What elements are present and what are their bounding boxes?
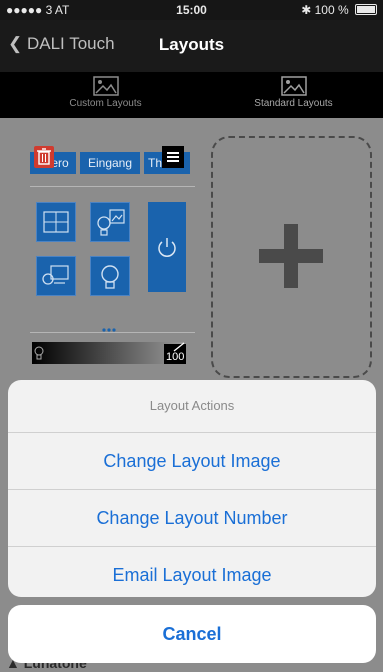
power-tile[interactable] [148,202,186,292]
change-layout-number-button[interactable]: Change Layout Number [8,490,376,547]
dimmer-slider[interactable]: 100 [32,342,186,364]
trash-icon [37,148,51,165]
cancel-button[interactable]: Cancel [8,605,376,663]
tab-label: Standard Layouts [254,98,333,109]
bulb-tile[interactable] [90,256,130,296]
power-icon [158,238,176,257]
group-tile[interactable] [36,202,76,242]
navigation-bar: Layouts ❮ DALI Touch [0,20,383,72]
tab-standard-layouts[interactable]: Standard Layouts [198,72,383,118]
battery-percent: 100 % [314,3,349,17]
menu-button[interactable] [162,146,184,168]
bulb-off-icon [34,346,44,360]
scene-button[interactable]: Eingang [80,152,140,174]
slider-handle[interactable]: 100 [164,342,186,364]
lights-group-icon [43,211,69,233]
scene-label: Th [148,156,163,170]
email-layout-image-button[interactable]: Email Layout Image [8,547,376,597]
scene-label: Eingang [87,156,133,170]
menu-icon [167,152,179,162]
tab-label: Custom Layouts [69,98,142,109]
slider-value: 100 [166,351,185,363]
action-sheet-title: Layout Actions [8,380,376,433]
battery-icon [355,4,377,15]
change-layout-image-button[interactable]: Change Layout Image [8,433,376,490]
back-button[interactable]: ❮ DALI Touch [8,34,115,54]
image-icon [280,76,307,96]
divider [30,186,195,187]
status-bar: ●●●●● 3 AT 15:00 ✱ 100 % [0,0,383,20]
bluetooth-icon: ✱ [301,3,312,17]
layout-tabs: Custom Layouts Standard Layouts [0,72,383,118]
bulb-icon [101,265,119,289]
display-tile[interactable] [36,256,76,296]
page-indicator [100,320,120,332]
back-label: DALI Touch [26,34,115,53]
delete-button[interactable] [34,146,54,168]
add-layout-button[interactable] [211,136,372,378]
layout-preview: ero Eingang Th 100 [30,140,200,375]
bulb-screen-icon [42,265,69,285]
battery-status: ✱ 100 % [301,3,377,17]
bulb-picture-icon [97,209,125,236]
picture-tile[interactable] [90,202,130,242]
divider [30,332,195,333]
chevron-left-icon: ❮ [8,34,23,53]
action-sheet: Layout Actions Change Layout Image Chang… [8,380,376,597]
tab-custom-layouts[interactable]: Custom Layouts [10,72,201,118]
image-icon [92,76,119,96]
plus-icon [259,224,323,288]
